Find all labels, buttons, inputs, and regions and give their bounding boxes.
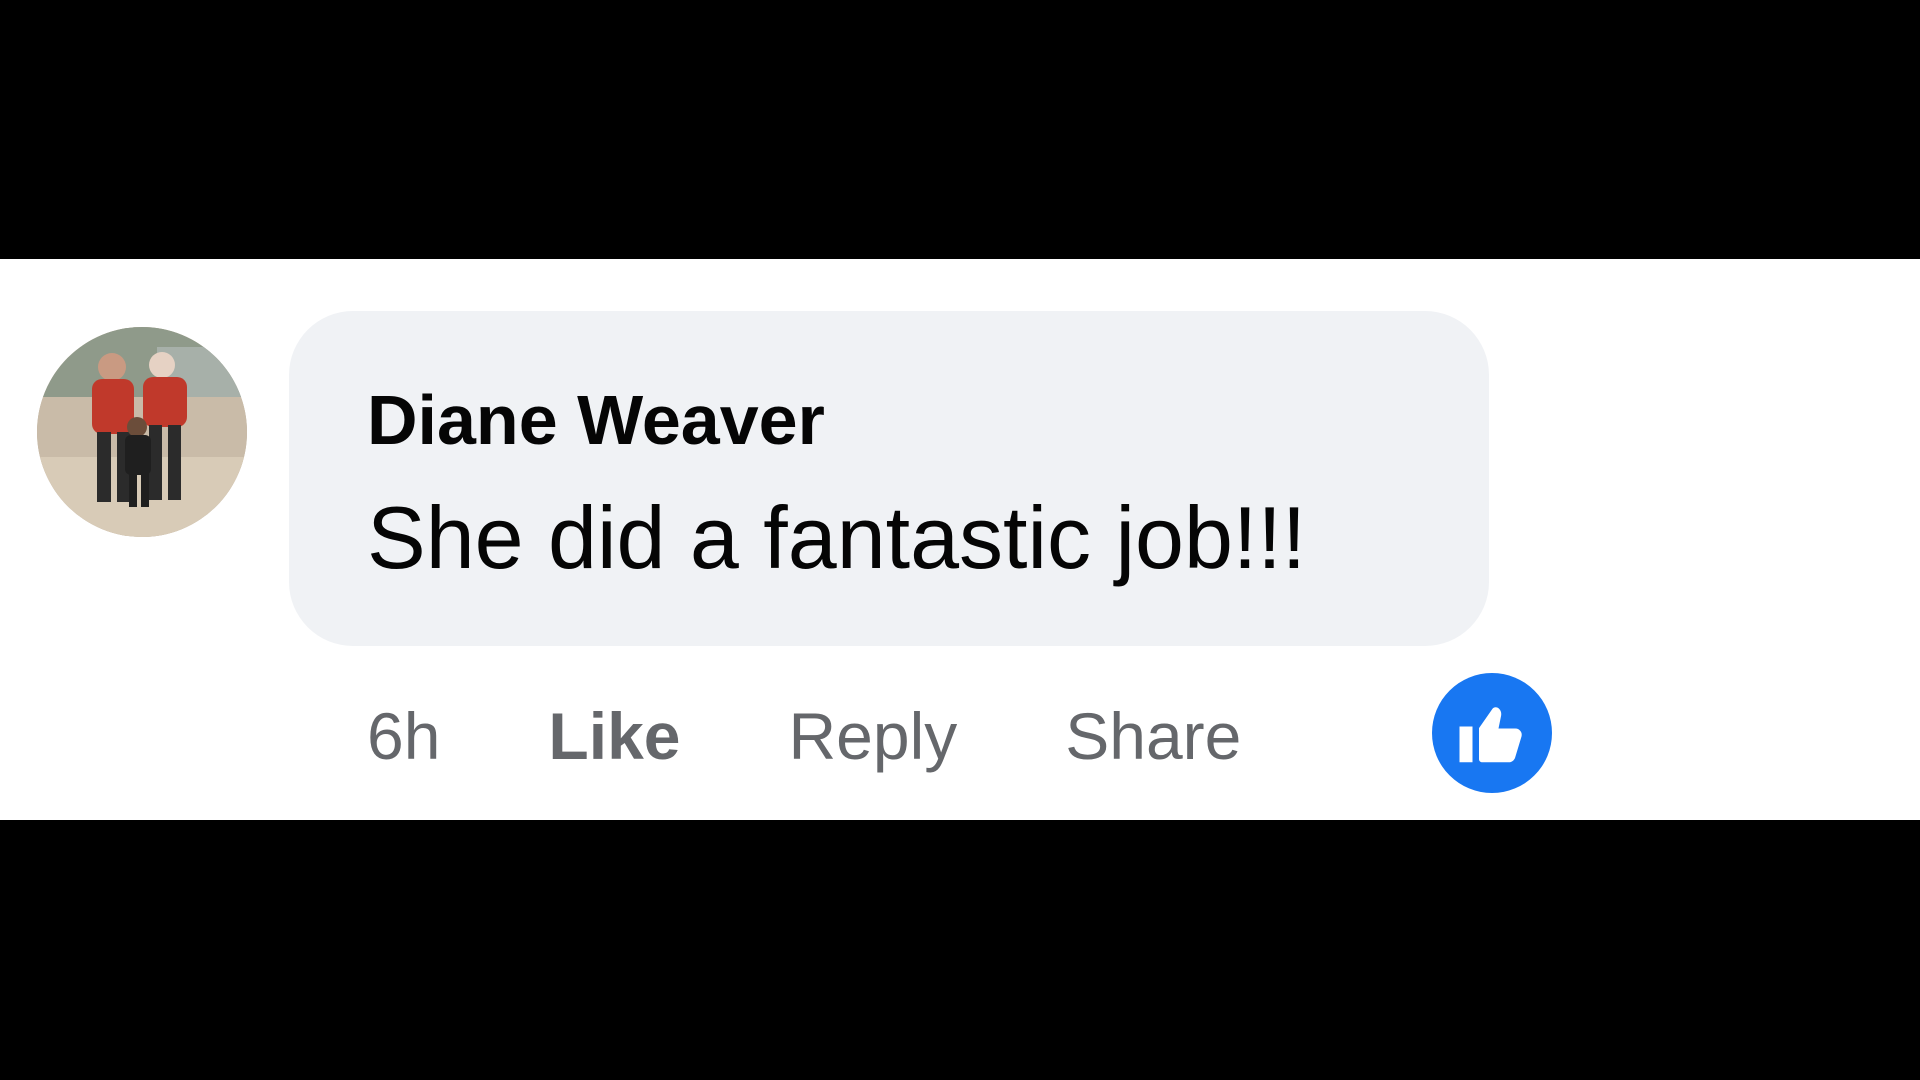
letterbox-bottom [0,820,1920,1080]
letterbox-top [0,0,1920,259]
thumbs-up-icon [1459,707,1522,763]
comment-text: She did a fantastic job!!! [367,488,1307,587]
avatar[interactable] [37,327,247,537]
comment-bubble [289,311,1489,646]
share-button[interactable]: Share [1065,698,1241,774]
profile-photo [37,327,247,537]
comment-actions: 6h Like Reply Share [367,696,1361,776]
like-button[interactable]: Like [548,698,680,774]
reply-button[interactable]: Reply [789,698,958,774]
comment-author[interactable]: Diane Weaver [367,380,825,460]
reaction-badge[interactable] [1432,673,1552,793]
comment-timestamp[interactable]: 6h [367,698,440,774]
